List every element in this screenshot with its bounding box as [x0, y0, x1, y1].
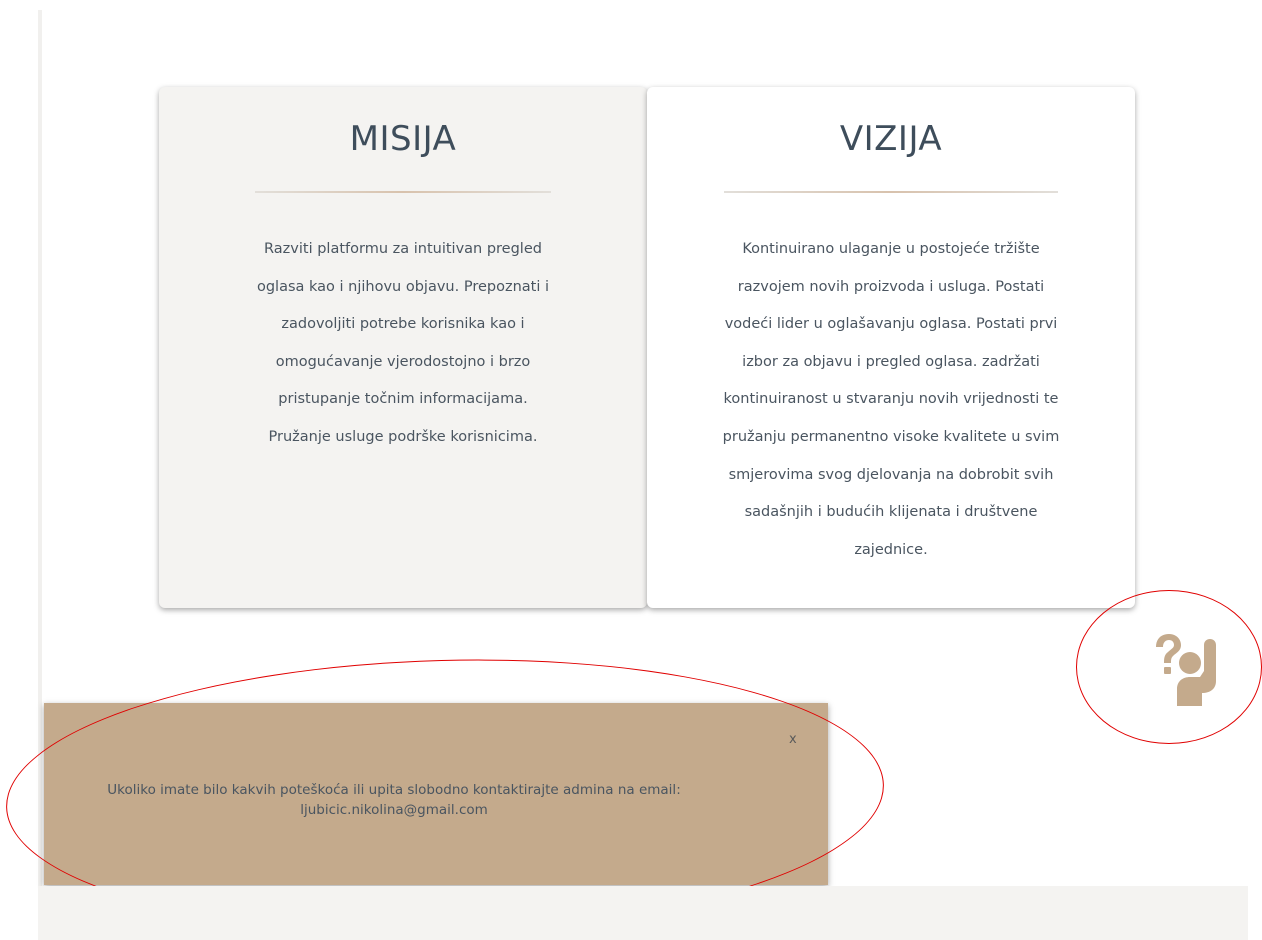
vizija-card: VIZIJA Kontinuirano ulaganje u postojeće…	[647, 87, 1135, 608]
footer-strip	[38, 886, 1248, 940]
vizija-text: Kontinuirano ulaganje u postojeće tržišt…	[722, 241, 1060, 558]
misija-title: MISIJA	[349, 119, 457, 159]
vizija-title: VIZIJA	[839, 119, 943, 159]
notice-close-button[interactable]: x	[789, 732, 797, 747]
raised-hand-question-icon	[1156, 634, 1216, 706]
left-edge-divider	[38, 10, 42, 940]
misija-text: Razviti platformu za intuitivan pregled …	[256, 241, 550, 445]
help-button[interactable]	[1150, 631, 1226, 709]
page: MISIJA Razviti platformu za intuitivan p…	[0, 0, 1262, 940]
contact-notice-banner: x Ukoliko imate bilo kakvih poteškoća il…	[44, 703, 828, 885]
misija-card: MISIJA Razviti platformu za intuitivan p…	[159, 87, 647, 608]
notice-message: Ukoliko imate bilo kakvih poteškoća ili …	[107, 782, 681, 818]
